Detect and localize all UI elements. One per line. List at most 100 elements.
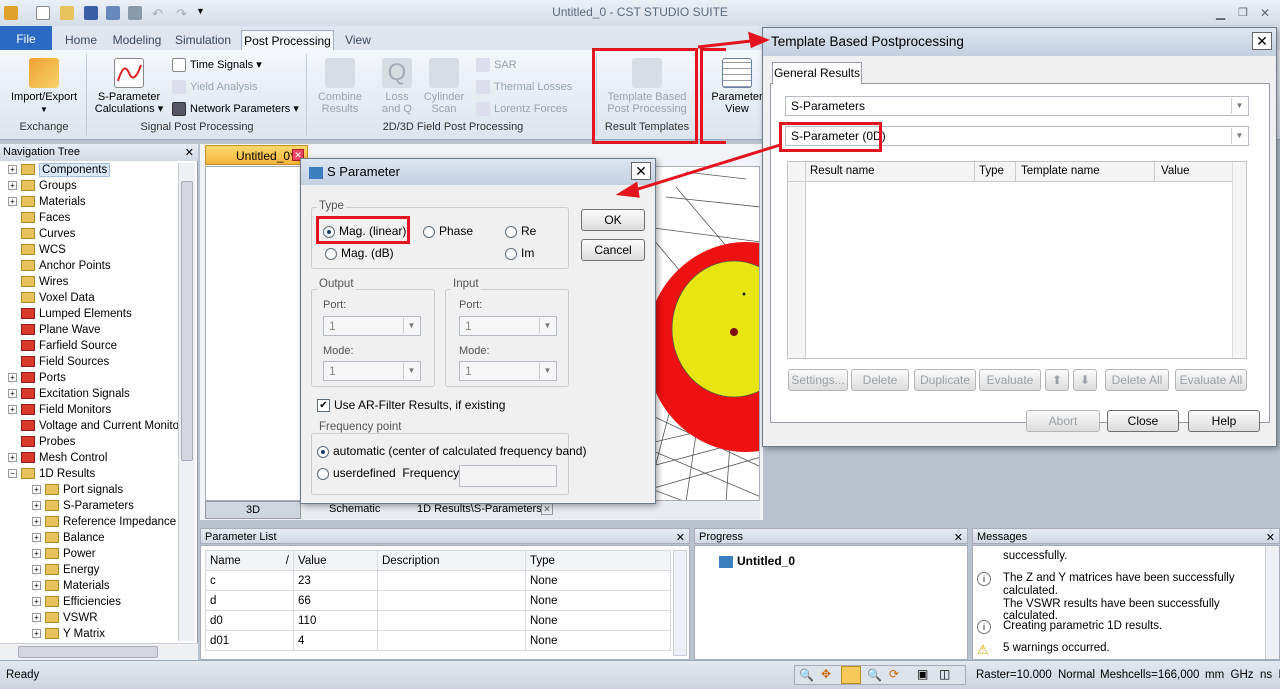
loss-and-q-button[interactable]: Q Loss and Q [372,58,422,115]
expand-icon[interactable]: + [32,517,41,527]
table-row[interactable]: d01 4 None [205,630,671,651]
cube-view-icon[interactable]: ◫ [939,667,950,681]
expand-icon[interactable]: + [32,581,41,591]
help-button[interactable]: Help [1188,410,1260,432]
parameter-list-scrollbar[interactable] [673,550,687,656]
col-type[interactable]: Type [974,162,1008,182]
move-down-button[interactable]: ⬇ [1073,369,1097,391]
tree-item[interactable]: WCS [8,244,66,260]
close-button[interactable]: Close [1107,410,1179,432]
frame-icon[interactable]: ▣ [917,667,928,681]
zoom-fit-icon[interactable]: 🔍 [867,668,882,682]
input-mode-select[interactable]: 1 ▼ [459,361,557,381]
document-tab[interactable]: Untitled_0* ✕ [205,145,308,165]
tab-general-results[interactable]: General Results [772,62,862,84]
tree-item[interactable]: Voltage and Current Monitors [8,420,189,436]
cancel-button[interactable]: Cancel [581,239,645,261]
output-port-select[interactable]: 1 ▼ [323,316,421,336]
evaluate-all-button[interactable]: Evaluate All [1175,369,1247,391]
ok-button[interactable]: OK [581,209,645,231]
close-icon[interactable]: ✕ [1260,6,1274,20]
col-result-name[interactable]: Result name [810,165,875,177]
tree-item[interactable]: Field Sources [8,356,109,372]
expand-icon[interactable]: + [8,373,17,383]
evaluate-button[interactable]: Evaluate [979,369,1041,391]
tree-item[interactable]: Wires [8,276,68,292]
close-icon[interactable]: ✕ [676,531,685,544]
tree-item[interactable]: + Ports [8,372,66,388]
table-row[interactable]: d 66 None [205,590,671,611]
table-row[interactable]: d0 110 None [205,610,671,631]
delete-button[interactable]: Delete [851,369,909,391]
close-icon[interactable]: ✕ [631,162,651,180]
userdefined-radio[interactable]: userdefined Frequency: [317,466,462,480]
messages-scrollbar[interactable] [1265,546,1279,659]
expand-icon[interactable]: + [32,549,41,559]
rotate-icon[interactable] [841,666,861,684]
tab-view[interactable]: View [338,30,378,50]
tree-item[interactable]: + Balance [32,532,105,548]
tree-item[interactable]: Farfield Source [8,340,117,356]
cylinder-scan-button[interactable]: Cylinder Scan [420,58,468,115]
expand-icon[interactable]: + [32,613,41,623]
col-type[interactable]: Type [525,550,671,571]
tree-item[interactable]: + Reference Impedance [32,516,176,532]
expand-icon[interactable]: + [32,501,41,511]
tree-item[interactable]: Voxel Data [8,292,95,308]
tab-simulation[interactable]: Simulation [170,30,236,50]
ar-filter-checkbox[interactable]: ✔ Use AR-Filter Results, if existing [317,398,505,413]
phase-radio[interactable]: Phase [423,224,473,238]
tree-item[interactable]: Probes [8,436,75,452]
expand-icon[interactable]: + [8,453,17,463]
results-scrollbar[interactable] [1232,162,1246,358]
time-signals-button[interactable]: Time Signals ▾ [172,58,262,73]
tree-item[interactable]: + Materials [32,580,110,596]
tree-item[interactable]: Anchor Points [8,260,111,276]
frequency-input[interactable] [459,465,557,487]
tree-item[interactable]: Faces [8,212,70,228]
im-radio[interactable]: Im [505,246,534,260]
tab-modeling[interactable]: Modeling [110,30,164,50]
duplicate-button[interactable]: Duplicate [914,369,976,391]
spin-icon[interactable]: ⟳ [889,667,899,681]
yield-analysis-button[interactable]: Yield Analysis [172,80,257,94]
tree-item[interactable]: + S-Parameters [32,500,134,516]
move-up-button[interactable]: ⬆ [1045,369,1069,391]
tree-item[interactable]: + VSWR [32,612,98,628]
col-name[interactable]: Name / [205,550,294,571]
tree-item[interactable]: + Groups [8,180,77,196]
view-tab-3d[interactable]: 3D [205,501,301,519]
tree-item[interactable]: + Materials [8,196,86,212]
expand-icon[interactable]: + [8,197,17,207]
expand-icon[interactable]: + [32,533,41,543]
lorentz-forces-button[interactable]: Lorentz Forces [476,102,567,116]
close-icon[interactable]: ✕ [1252,32,1272,50]
tab-post-processing[interactable]: Post Processing [241,30,334,50]
combine-results-button[interactable]: Combine Results [312,58,368,115]
restore-icon[interactable]: ❐ [1238,6,1252,20]
re-radio[interactable]: Re [505,224,536,238]
delete-all-button[interactable]: Delete All [1105,369,1169,391]
expand-icon[interactable]: + [32,485,41,495]
tree-item[interactable]: + Energy [32,564,99,580]
automatic-radio[interactable]: automatic (center of calculated frequenc… [317,444,586,458]
template-category-select[interactable]: S-Parameters ▼ [785,96,1249,116]
nav-vertical-scrollbar[interactable] [178,163,195,641]
col-template-name[interactable]: Template name [1015,162,1105,182]
expand-icon[interactable]: + [8,405,17,415]
progress-item[interactable]: Untitled_0 [719,554,795,568]
input-port-select[interactable]: 1 ▼ [459,316,557,336]
settings-button[interactable]: Settings... [788,369,848,391]
minimize-icon[interactable]: ▁ [1216,6,1230,20]
close-icon[interactable]: ✕ [541,503,553,515]
expand-icon[interactable]: + [8,181,17,191]
tree-item[interactable]: + Efficiencies [32,596,121,612]
tree-item[interactable]: Plane Wave [8,324,101,340]
close-icon[interactable]: ✕ [1266,531,1275,544]
network-parameters-button[interactable]: Network Parameters ▾ [172,102,299,117]
col-value[interactable]: Value [293,550,378,571]
tree-item[interactable]: + Field Monitors [8,404,111,420]
output-mode-select[interactable]: 1 ▼ [323,361,421,381]
expand-icon[interactable]: − [8,469,17,479]
tree-item[interactable]: + Port signals [32,484,123,500]
